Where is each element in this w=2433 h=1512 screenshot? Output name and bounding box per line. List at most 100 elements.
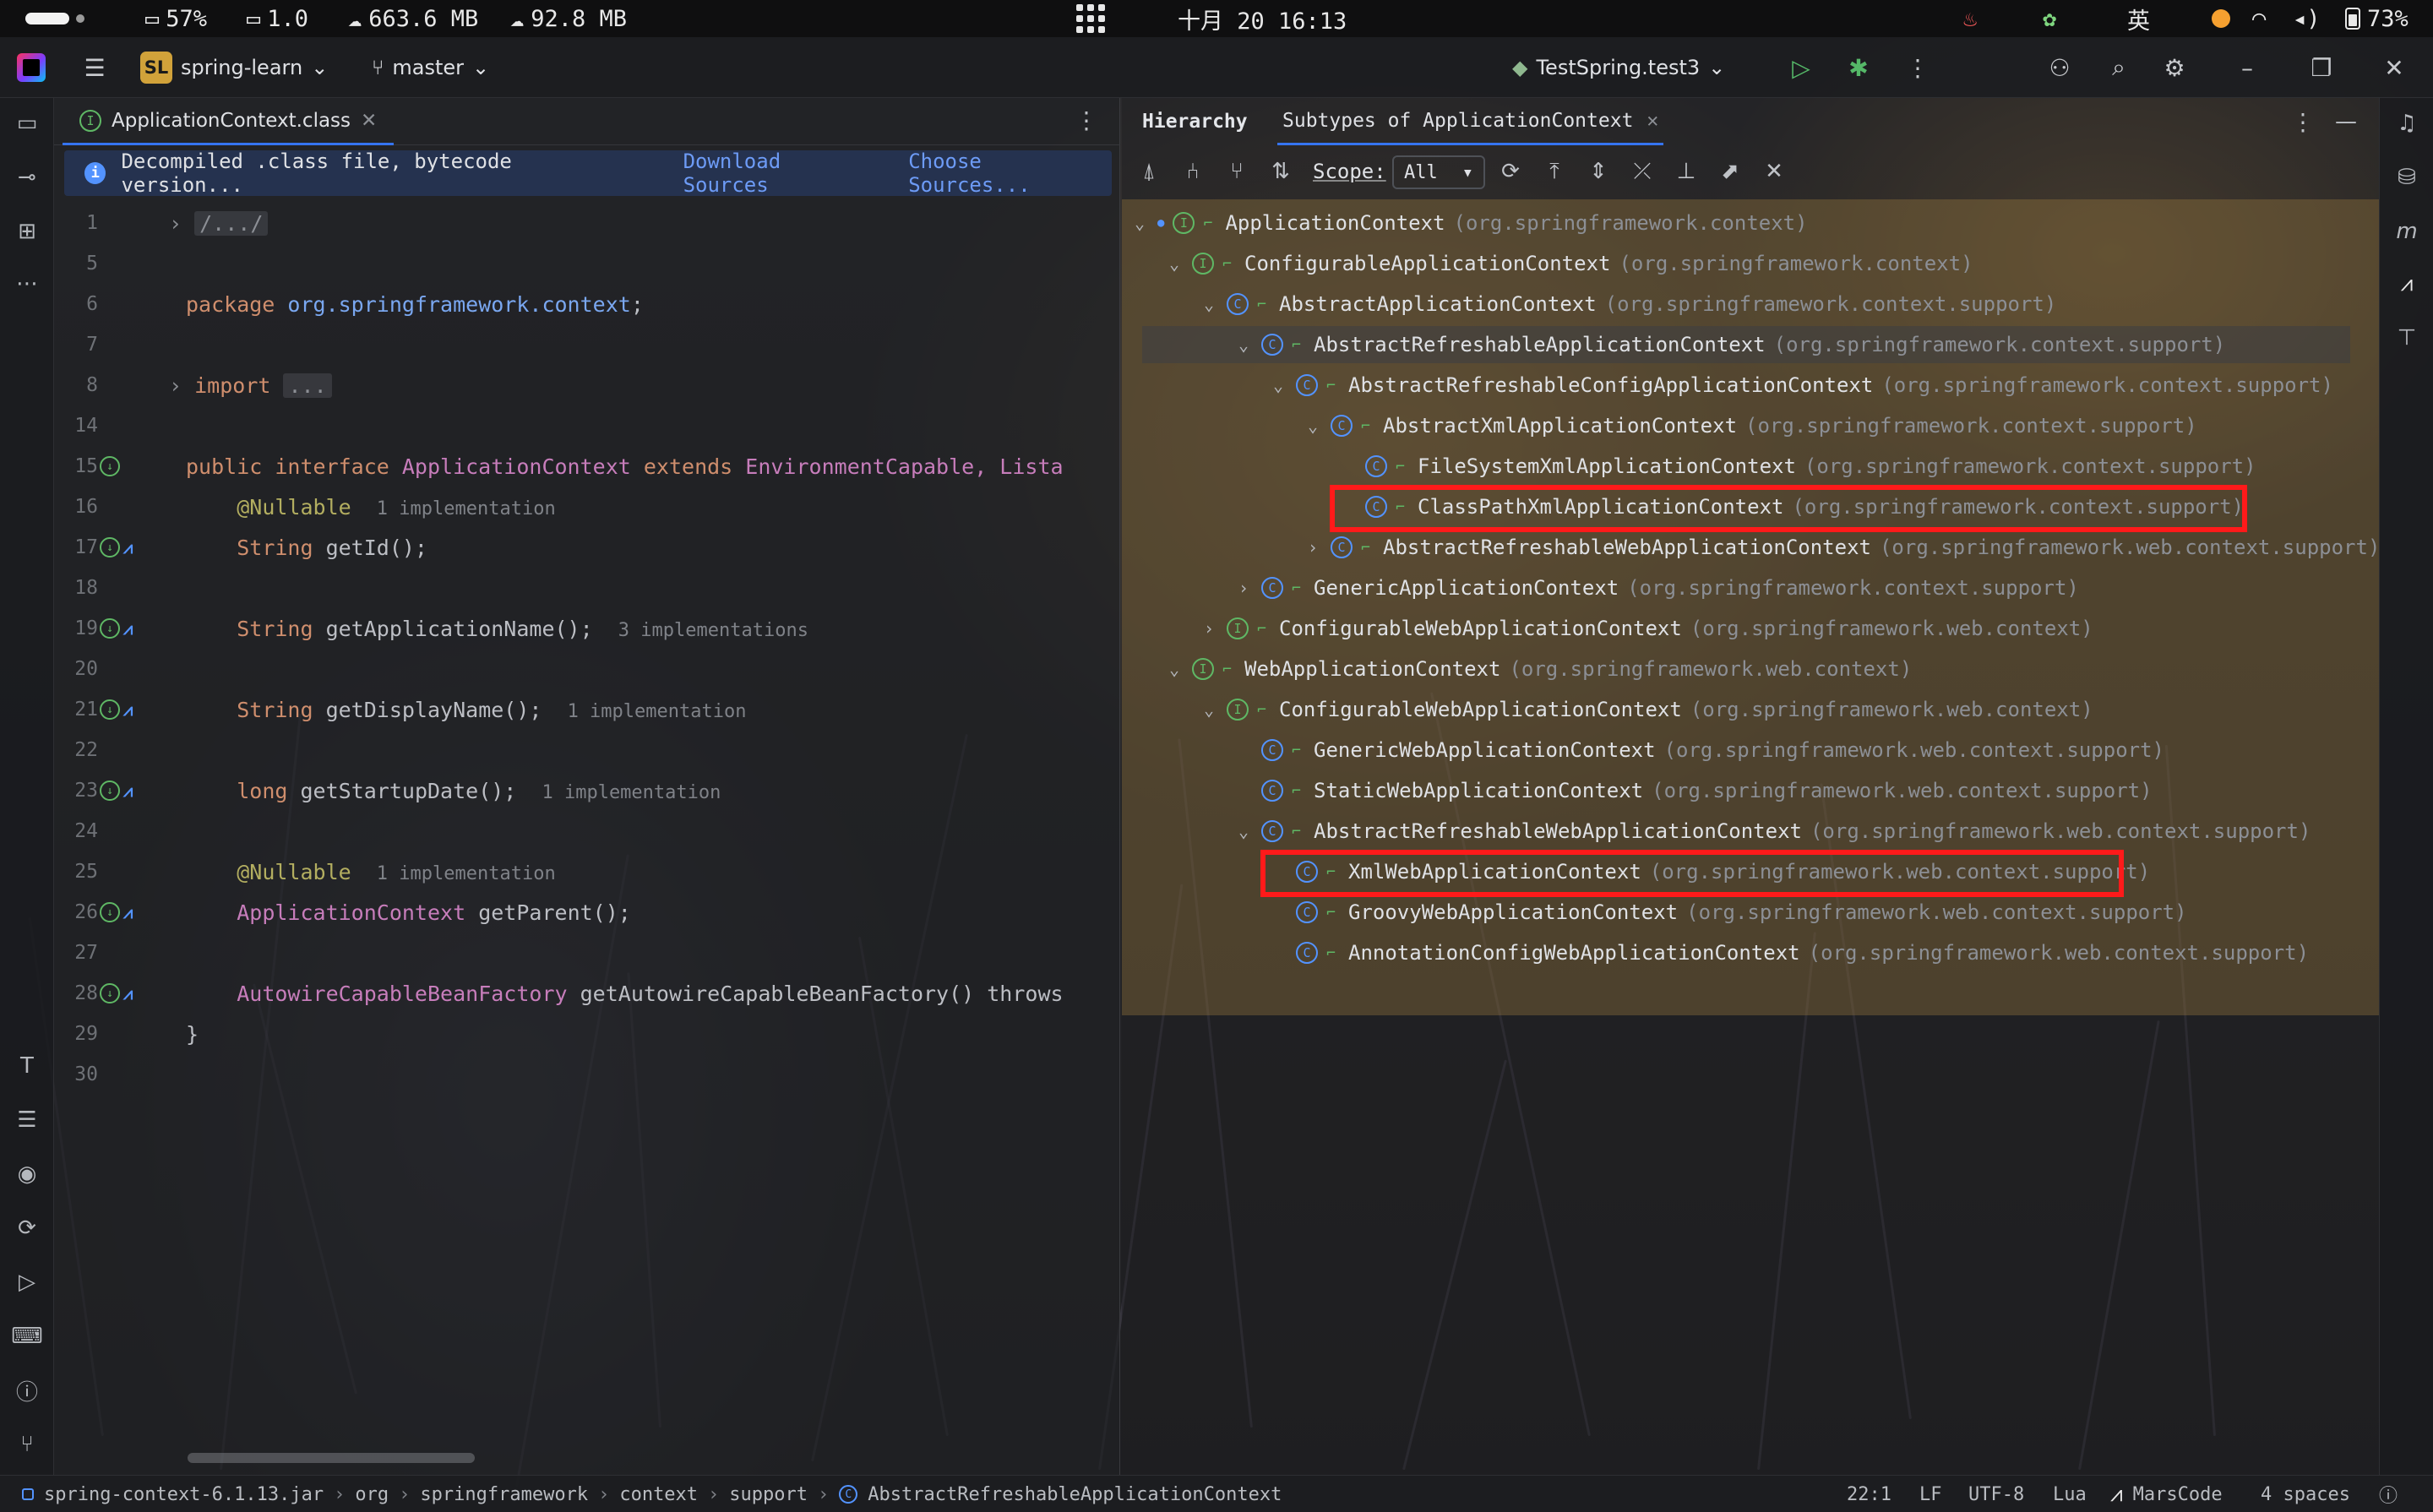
chevron-right-icon[interactable]: › (1304, 537, 1322, 557)
marscode-gutter-icon[interactable]: ⩘ (123, 701, 149, 718)
ide-logo[interactable] (17, 37, 46, 98)
expand-all-icon[interactable]: ⇕ (1581, 155, 1615, 188)
language-mode[interactable]: Lua (2053, 1476, 2087, 1512)
code-line[interactable]: 18 (54, 569, 1120, 606)
tree-node[interactable]: ⌄ C ⌐ AbstractRefreshableApplicationContext… (1234, 326, 2225, 363)
chevron-down-icon[interactable]: ⌄ (1234, 821, 1253, 841)
gutter-markers[interactable]: ↓ ⩘ (100, 529, 150, 566)
panel-options-icon[interactable]: ⋮ (2291, 108, 2315, 136)
code-line[interactable]: 15 ↓ public interface ApplicationContext e… (54, 448, 1120, 485)
tree-node[interactable]: › C ⌐ AbstractRefreshableWebApplicationCont… (1304, 529, 2380, 566)
collapse-all-icon[interactable]: ⤫ (1625, 155, 1659, 188)
chevron-right-icon[interactable]: › (1234, 578, 1253, 598)
breadcrumb-item[interactable]: org (355, 1484, 389, 1505)
code-line[interactable]: 27 (54, 934, 1120, 971)
battery-status[interactable]: 73% (2345, 0, 2409, 37)
implemented-icon[interactable]: ↓ (100, 456, 120, 476)
code-line[interactable]: 17 ↓ ⩘ String getId(); (54, 529, 1120, 566)
implemented-icon[interactable]: ↓ (100, 618, 120, 639)
gutter-markers[interactable]: ↓ ⩘ (100, 894, 150, 931)
close-icon[interactable]: ✕ (2377, 51, 2411, 84)
status-alert-icon[interactable]: ⓘ (2379, 1476, 2398, 1512)
services-icon[interactable]: ☰ (10, 1103, 44, 1137)
horizontal-scrollbar[interactable] (188, 1453, 475, 1463)
add-user-button[interactable]: ⚇ (2043, 37, 2076, 98)
gutter-markers[interactable]: ↓ ⩘ (100, 610, 150, 647)
chevron-right-icon[interactable]: › (1200, 618, 1218, 639)
commit-icon[interactable]: ⊸ (10, 160, 44, 194)
tree-node[interactable]: › C ⌐ GenericApplicationContext (org.springf… (1234, 569, 2079, 606)
marscode-gutter-icon[interactable]: ⩘ (123, 904, 149, 921)
chevron-down-icon[interactable]: ⌄ (1165, 253, 1184, 274)
code-line[interactable]: 28 ↓ ⩘ AutowireCapableBeanFactory getAutow… (54, 975, 1120, 1012)
implemented-icon[interactable]: ↓ (100, 537, 120, 557)
gutter-markers[interactable]: ↓ ⩘ (100, 691, 150, 728)
git-panel-icon[interactable]: ⑂ (10, 1428, 44, 1461)
build-icon[interactable]: ⟳ (10, 1211, 44, 1245)
database-icon[interactable]: ⛁ (2390, 160, 2424, 194)
debug-button[interactable]: ✱ (1842, 37, 1875, 98)
chevron-down-icon[interactable]: ⌄ (1304, 416, 1322, 436)
run-config-selector[interactable]: ◆ TestSpring.test3 ⌄ (1512, 37, 1725, 98)
gutter-markers[interactable]: ↓ ⩘ (100, 975, 150, 1012)
code-line[interactable]: 21 ↓ ⩘ String getDisplayName(); 1 implemen… (54, 691, 1120, 728)
more-tools-icon[interactable]: ⋯ (10, 267, 44, 301)
wifi-icon[interactable]: ◠ (2252, 0, 2266, 37)
caret-position[interactable]: 22:1 (1847, 1476, 1891, 1512)
search-button[interactable]: ⌕ (2102, 37, 2136, 98)
volume-icon[interactable]: ◂) (2293, 0, 2321, 37)
tree-node[interactable]: ⌄ I ⌐ ConfigurableWebApplicationContext (org… (1200, 691, 2093, 728)
clock[interactable]: 十月 20 16:13 (1178, 0, 1347, 37)
tree-node[interactable]: ⌄ C ⌐ AbstractXmlApplicationContext (org.spr… (1304, 407, 2197, 444)
code-line[interactable]: 25 @Nullable 1 implementation (54, 853, 1120, 890)
vertical-dots-icon[interactable]: ⋮ (1901, 51, 1935, 84)
implemented-icon[interactable]: ↓ (100, 699, 120, 720)
close-tab-icon[interactable]: ✕ (361, 110, 377, 132)
tab-applicationcontext-class[interactable]: I ApplicationContext.class ✕ (63, 98, 395, 145)
code-line[interactable]: 26 ↓ ⩘ ApplicationContext getParent(); (54, 894, 1120, 931)
add-user-icon[interactable]: ⚇ (2043, 51, 2076, 84)
breadcrumb-item[interactable]: support (729, 1484, 808, 1505)
chevron-down-icon[interactable]: ⌄ (1269, 375, 1287, 395)
hamburger-menu-icon[interactable]: ☰ (78, 51, 112, 84)
terminal-icon[interactable]: ⌨ (10, 1319, 44, 1353)
code-line[interactable]: 1 › /.../ (54, 204, 1120, 242)
project-selector[interactable]: SL spring-learn ⌄ (140, 37, 328, 98)
indent-setting[interactable]: 4 spaces (2261, 1476, 2350, 1512)
sort-alphabetically-icon[interactable]: ⇅ (1264, 155, 1298, 188)
tree-node[interactable]: C ⌐ AnnotationConfigWebApplicationContext (… (1269, 934, 2309, 971)
problems-icon[interactable]: ⓘ (10, 1373, 44, 1407)
tree-node[interactable]: C ⌐ GroovyWebApplicationContext (org.spring… (1269, 894, 2187, 931)
code-line[interactable]: 8 › import ... (54, 367, 1120, 404)
code-line[interactable]: 19 ↓ ⩘ String getApplicationName(); 3 impl… (54, 610, 1120, 647)
run-button[interactable]: ▷ (1784, 37, 1818, 98)
minimize-icon[interactable]: – (2230, 51, 2264, 84)
breadcrumb-item[interactable]: AbstractRefreshableApplicationContext (868, 1484, 1282, 1505)
code-line[interactable]: 5 (54, 245, 1120, 282)
chevron-down-icon[interactable]: ⌄ (1165, 659, 1184, 679)
intellij-logo-icon[interactable] (17, 53, 46, 82)
go-to-top-icon[interactable]: ⤒ (1538, 155, 1571, 188)
code-line[interactable]: 7 (54, 326, 1120, 363)
restore-window-icon[interactable]: ❐ (2305, 51, 2338, 84)
open-in-window-icon[interactable]: ⬈ (1713, 155, 1747, 188)
bug-icon[interactable]: ✱ (1842, 51, 1875, 84)
tree-node[interactable]: ⌄ C ⌐ AbstractApplicationContext (org.spring… (1200, 286, 2056, 323)
minimize-button[interactable]: – (2230, 37, 2264, 98)
settings-button[interactable]: ⚙ (2158, 37, 2191, 98)
marscode-gutter-icon[interactable]: ⩘ (123, 539, 149, 556)
implemented-icon[interactable]: ↓ (100, 983, 120, 1003)
choose-sources-link[interactable]: Choose Sources... (908, 150, 1112, 197)
play-icon[interactable]: ▷ (1784, 51, 1818, 84)
code-line[interactable]: 24 (54, 813, 1120, 850)
hierarchy-tree[interactable]: ⌄ ● I ⌐ ApplicationContext (org.springframewo… (1122, 204, 2380, 1015)
code-line[interactable]: 29} (54, 1015, 1120, 1052)
marscode-gutter-icon[interactable]: ⩘ (123, 782, 149, 799)
tree-node[interactable]: ⌄ C ⌐ AbstractRefreshableConfigApplicationC… (1269, 367, 2333, 404)
restore-button[interactable]: ❐ (2305, 37, 2338, 98)
tree-node[interactable]: ⌄ I ⌐ WebApplicationContext (org.springframe… (1165, 650, 1912, 688)
more-actions-button[interactable]: ⋮ (1901, 37, 1935, 98)
fold-chevron-icon[interactable]: › (169, 211, 194, 236)
text-tool-icon[interactable]: T (10, 1049, 44, 1083)
tree-node[interactable]: ⌄ C ⌐ AbstractRefreshableWebApplicationCont… (1234, 813, 2311, 850)
